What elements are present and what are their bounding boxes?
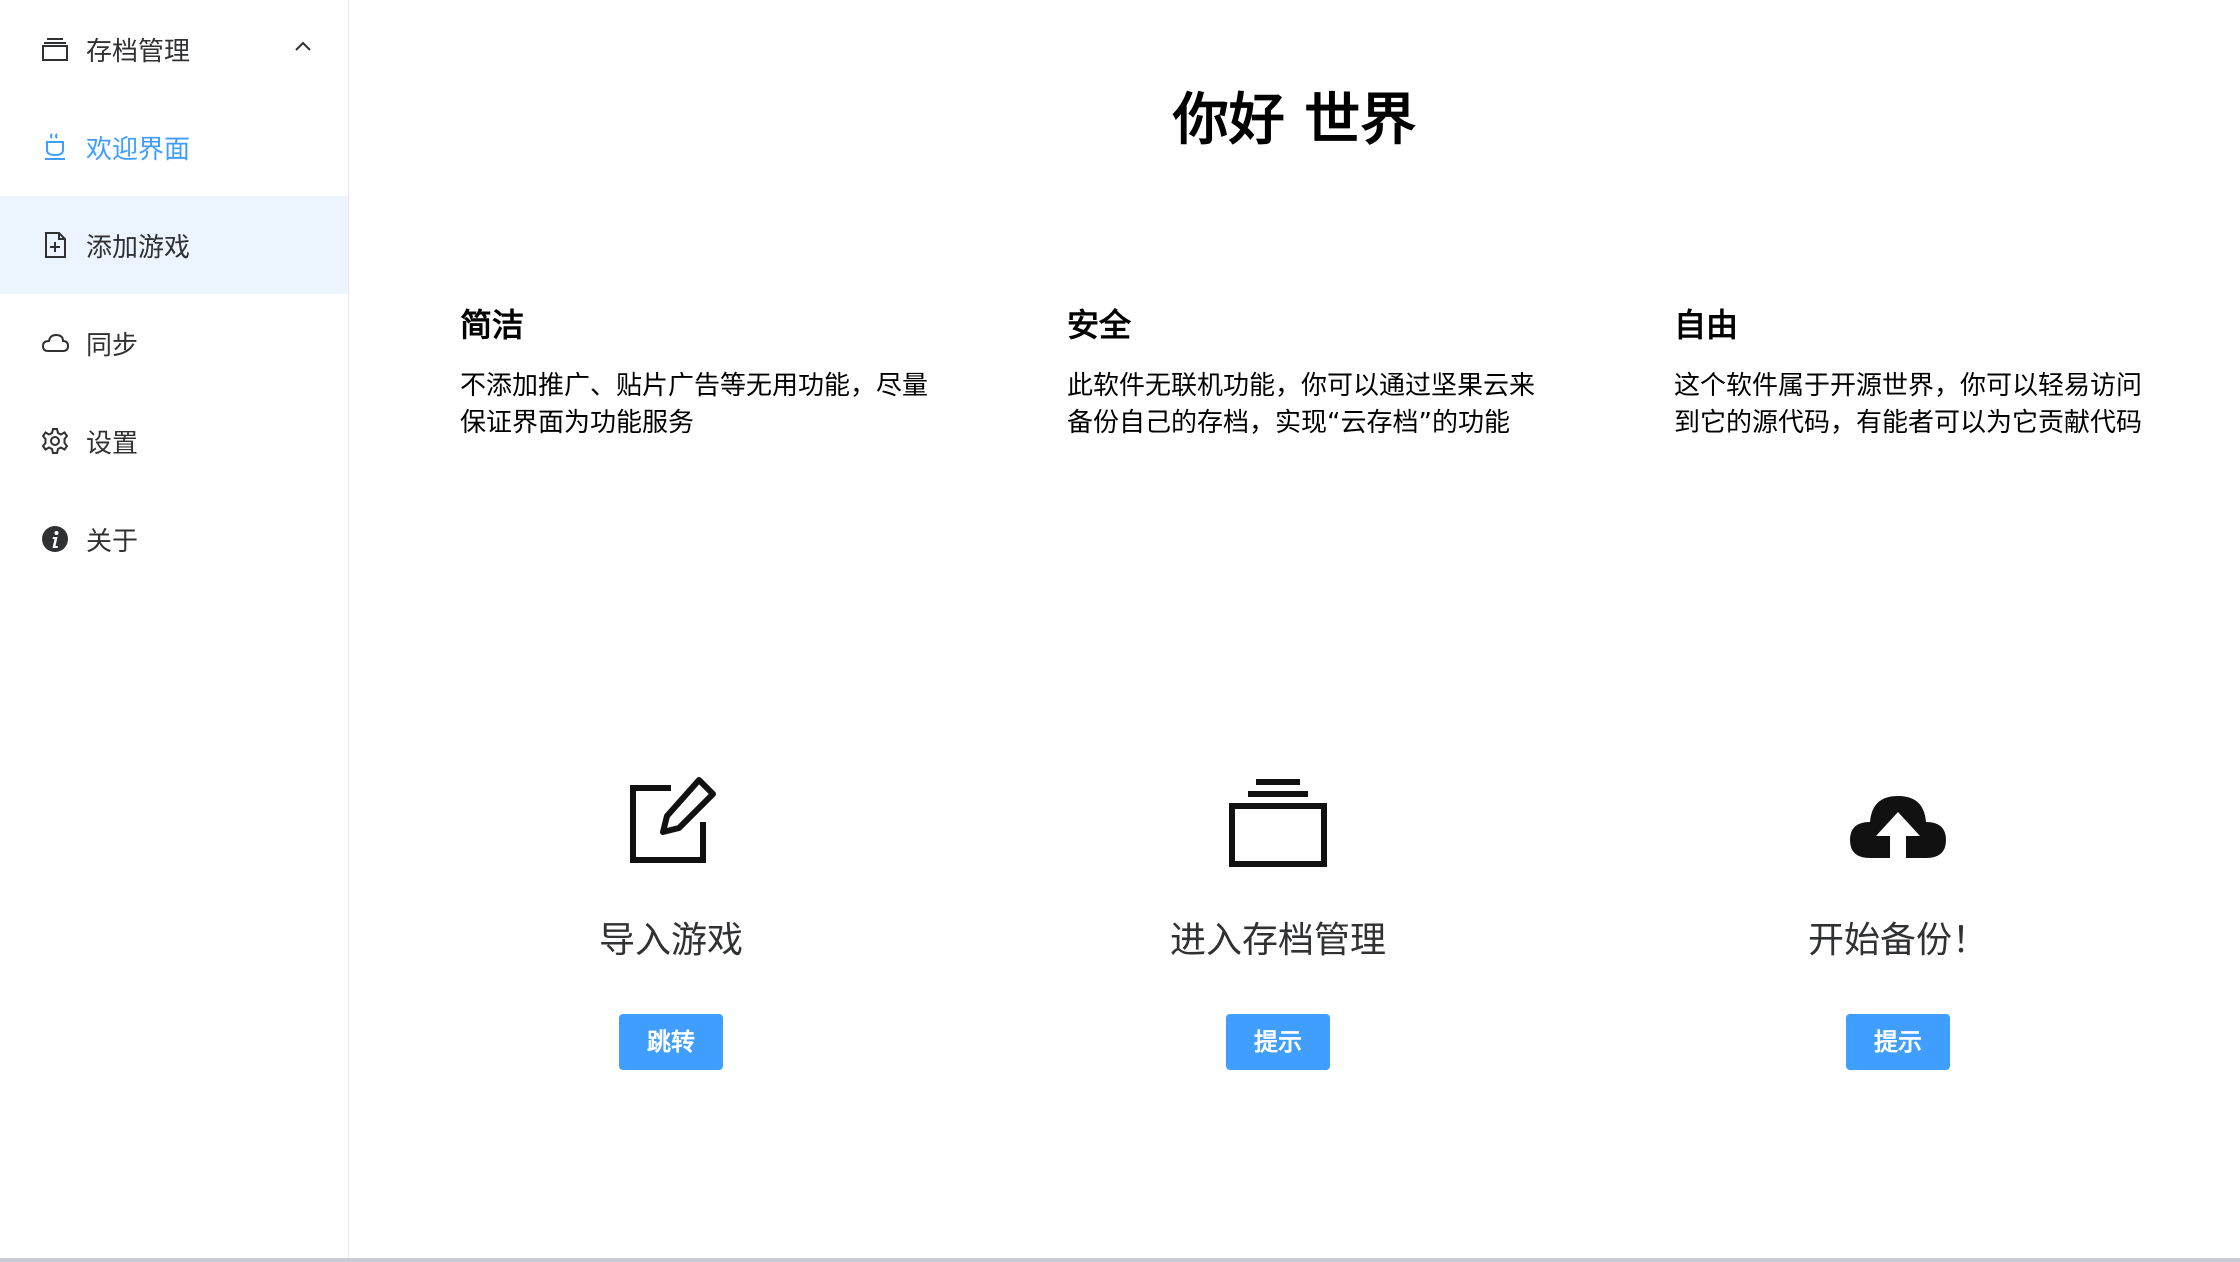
feature-description: 不添加推广、贴片广告等无用功能，尽量保证界面为功能服务 bbox=[460, 371, 929, 438]
action-label: 导入游戏 bbox=[598, 920, 743, 961]
page-title: 你好 世界 bbox=[1172, 88, 1417, 153]
sidebar-item-label: 欢迎界面 bbox=[86, 134, 191, 165]
hint-button-archive[interactable]: 提示 bbox=[1226, 1014, 1330, 1070]
sidebar-item-label: 同步 bbox=[86, 330, 139, 361]
sidebar-item-welcome[interactable]: 欢迎界面 bbox=[0, 98, 348, 196]
sidebar-menu: 存档管理 欢迎界面 添加游戏 同步 设置 关于 bbox=[0, 0, 349, 1258]
sidebar-item-about[interactable]: 关于 bbox=[0, 490, 348, 588]
coffee-cup-icon bbox=[40, 132, 70, 162]
action-start-backup: 开始备份！ 提示 bbox=[1658, 770, 2138, 1070]
sidebar-item-archive-management[interactable]: 存档管理 bbox=[0, 0, 348, 98]
hint-button-backup[interactable]: 提示 bbox=[1846, 1014, 1950, 1070]
feature-description: 此软件无联机功能，你可以通过坚果云来备份自己的存档，实现“云存档”的功能 bbox=[1067, 371, 1536, 438]
action-label: 开始备份！ bbox=[1807, 920, 1988, 961]
cloud-icon bbox=[40, 328, 70, 358]
action-label: 进入存档管理 bbox=[1169, 920, 1386, 961]
sidebar-item-label: 存档管理 bbox=[86, 36, 191, 67]
feature-card-secure: 安全 此软件无联机功能，你可以通过坚果云来备份自己的存档，实现“云存档”的功能 bbox=[1067, 298, 1537, 442]
cloud-upload-icon bbox=[1850, 796, 1946, 862]
sidebar-item-settings[interactable]: 设置 bbox=[0, 392, 348, 490]
sidebar-item-label: 设置 bbox=[86, 428, 139, 459]
feature-card-simple: 简洁 不添加推广、贴片广告等无用功能，尽量保证界面为功能服务 bbox=[460, 298, 930, 442]
sidebar-item-add-game[interactable]: 添加游戏 bbox=[0, 196, 348, 294]
window-bottom-border bbox=[0, 1258, 2240, 1262]
sidebar-item-sync[interactable]: 同步 bbox=[0, 294, 348, 392]
jump-button[interactable]: 跳转 bbox=[619, 1014, 723, 1070]
feature-description: 这个软件属于开源世界，你可以轻易访问到它的源代码，有能者可以为它贡献代码 bbox=[1674, 371, 2143, 438]
gear-icon bbox=[40, 426, 70, 456]
action-import-game: 导入游戏 跳转 bbox=[431, 770, 911, 1070]
app-window: 存档管理 欢迎界面 添加游戏 同步 设置 关于 你好 世界 简洁 不添加推广、贴… bbox=[0, 0, 2240, 1262]
feature-title: 自由 bbox=[1674, 306, 1739, 344]
sidebar-item-label: 关于 bbox=[86, 526, 139, 557]
sidebar-item-label: 添加游戏 bbox=[86, 232, 191, 263]
main-content: 你好 世界 简洁 不添加推广、贴片广告等无用功能，尽量保证界面为功能服务 安全 … bbox=[349, 0, 2240, 1258]
edit-icon bbox=[630, 777, 716, 863]
archive-stack-icon bbox=[40, 34, 70, 64]
feature-title: 安全 bbox=[1067, 306, 1132, 344]
feature-card-free: 自由 这个软件属于开源世界，你可以轻易访问到它的源代码，有能者可以为它贡献代码 bbox=[1674, 298, 2144, 442]
chevron-up-icon[interactable] bbox=[292, 36, 314, 58]
action-archive-management: 进入存档管理 提示 bbox=[1038, 770, 1518, 1070]
feature-title: 简洁 bbox=[460, 306, 525, 344]
info-icon bbox=[40, 524, 70, 554]
file-add-icon bbox=[40, 230, 70, 260]
archive-stack-icon bbox=[1229, 779, 1327, 867]
